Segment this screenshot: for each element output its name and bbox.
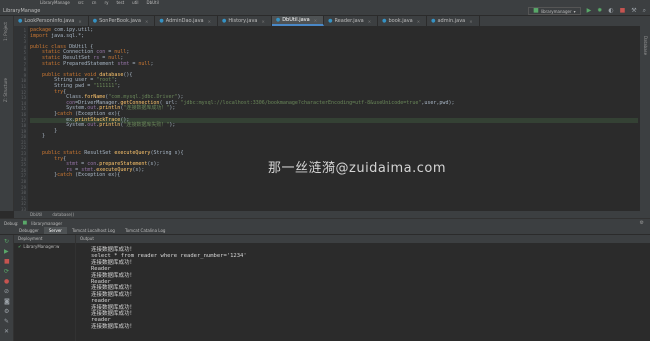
update-icon[interactable]: ⟳ [4, 269, 9, 275]
java-class-icon: ● [431, 18, 436, 24]
breakpoints-icon[interactable]: ● [4, 279, 9, 285]
breadcrumb-class[interactable]: DbUtil [30, 211, 42, 218]
close-icon[interactable]: ✕ [417, 19, 420, 24]
close-icon[interactable]: ✕ [4, 329, 9, 335]
debug-icon[interactable]: ✹ [597, 7, 602, 15]
close-icon[interactable]: ✕ [208, 19, 211, 24]
java-class-icon: ● [159, 18, 164, 24]
java-class-icon: ● [221, 18, 227, 24]
stop-icon[interactable]: ■ [4, 259, 10, 265]
project-path[interactable]: LibraryManage [3, 8, 40, 14]
tomcat-icon: ■ [22, 220, 28, 226]
chevron-down-icon: ▾ [573, 8, 576, 14]
build-icon[interactable]: ⚒ [631, 7, 636, 15]
breadcrumb-method[interactable]: database() [52, 211, 74, 218]
database-tool-button[interactable]: Database [643, 36, 648, 55]
check-icon: ✔ [18, 244, 22, 249]
output-header: Output [76, 235, 650, 243]
editor-tab[interactable]: ● admin.java ✕ [427, 16, 480, 26]
close-icon[interactable]: ✕ [261, 19, 264, 24]
run-icon[interactable]: ▶ [587, 7, 592, 15]
debug-tool-strip: ↻ ▶ ■ ⟳ ● ⊘ ◙ ⚙ ✎ ✕ [0, 235, 14, 341]
project-tool-button[interactable]: 1: Project [3, 22, 8, 41]
editor-tab-label: SonPerBook.java [99, 18, 141, 24]
left-tool-strip: 1: Project Z: Structure [0, 16, 14, 211]
java-class-icon: ● [92, 18, 98, 24]
code-editor[interactable]: package com.ipy.util; import java.sql.*; p… [30, 26, 638, 211]
tab-debugger[interactable]: Debugger [14, 227, 44, 234]
tab-server[interactable]: Server [43, 227, 67, 234]
right-tool-strip: Database [640, 26, 650, 211]
editor-tab-label: Reader.java [334, 18, 364, 24]
tab-tomcat-catalina-log[interactable]: Tomcat Catalina Log [120, 227, 171, 234]
editor-tab-label: book.java [388, 18, 413, 24]
java-class-icon: ● [328, 18, 333, 24]
close-icon[interactable]: ✕ [469, 19, 472, 24]
tomcat-icon: ■ [533, 7, 539, 14]
structure-tool-button[interactable]: Z: Structure [3, 78, 8, 102]
output-pane: Output 连接数据库成功！ select * from reader wher… [76, 235, 650, 341]
editor-tab-bar: ● LookPersonInfo.java ✕ ● SonPerBook.java ✕ ● A… [14, 16, 650, 26]
editor-tab-label: admin.java [437, 18, 466, 24]
editor-tab[interactable]: ● Reader.java ✕ [324, 16, 379, 26]
java-class-icon: ● [275, 17, 281, 23]
run-config-select[interactable]: ■ librarymanager ▾ [528, 7, 581, 15]
close-icon[interactable]: ✕ [314, 18, 317, 23]
stop-icon[interactable]: ■ [620, 7, 626, 15]
resume-icon[interactable]: ▶ [4, 249, 9, 255]
editor-tab[interactable]: ● SonPerBook.java ✕ [89, 16, 156, 26]
editor-tab[interactable]: ● book.java ✕ [378, 16, 428, 26]
editor-tab[interactable]: ● History.java ✕ [218, 16, 272, 26]
editor-tab-label: LookPersonInfo.java [24, 18, 75, 24]
editor-tab-label: DbUtil.java [282, 17, 310, 23]
search-icon[interactable]: ⌕ [643, 7, 646, 15]
console-line: 连接数据库成功！ [91, 323, 136, 330]
line-number-gutter: 1 2 3 4 5 6 7 8 9 10 11 12 13 14 15 16 17 18 19 20 21 22 23 24 2… [14, 26, 28, 212]
coverage-icon[interactable]: ◐ [608, 7, 613, 15]
watermark-text: 那一丝涟漪@zuidaima.com [268, 161, 447, 176]
deployment-header: Deployment [14, 235, 75, 243]
java-class-icon: ● [382, 18, 387, 24]
deployment-item[interactable]: ✔ LibraryManager:w [14, 243, 75, 251]
close-icon[interactable]: ✕ [368, 19, 371, 24]
close-icon[interactable]: ✕ [78, 19, 81, 24]
debug-config-name[interactable]: librarymanager [31, 219, 62, 227]
settings-icon[interactable]: ⚙ [4, 309, 9, 315]
java-class-icon: ● [18, 18, 23, 24]
editor-tab-label: History.java [228, 18, 258, 24]
editor-tab[interactable]: ● DbUtil.java ✕ [271, 16, 325, 26]
close-icon[interactable]: ✕ [145, 19, 148, 24]
tab-tomcat-localhost-log[interactable]: Tomcat Localhost Log [67, 227, 120, 234]
editor-tab[interactable]: ● AdminDao.java ✕ [155, 16, 218, 26]
mute-icon[interactable]: ⊘ [4, 289, 9, 295]
debug-title-label: Debug: [4, 221, 19, 226]
console-output[interactable]: 连接数据库成功！ select * from reader where reade… [76, 243, 650, 330]
debug-panel-title: Debug: ■ librarymanager ⚙ [0, 218, 650, 227]
pin-icon[interactable]: ✎ [4, 319, 9, 325]
breadcrumb: DbUtil database() [14, 211, 650, 218]
editor-tab[interactable]: ● LookPersonInfo.java ✕ [14, 16, 89, 26]
deployment-pane: Deployment ✔ LibraryManager:w [14, 235, 76, 341]
editor-tab-label: AdminDao.java [165, 18, 204, 24]
rerun-icon[interactable]: ↻ [4, 239, 9, 245]
debug-tab-bar: Debugger Server Tomcat Localhost Log Tom… [0, 227, 650, 235]
camera-icon[interactable]: ◙ [4, 299, 10, 305]
toolbar-actions: ■ librarymanager ▾ ▶ ✹ ◐ ■ ⚒ ⌕ [528, 6, 646, 16]
